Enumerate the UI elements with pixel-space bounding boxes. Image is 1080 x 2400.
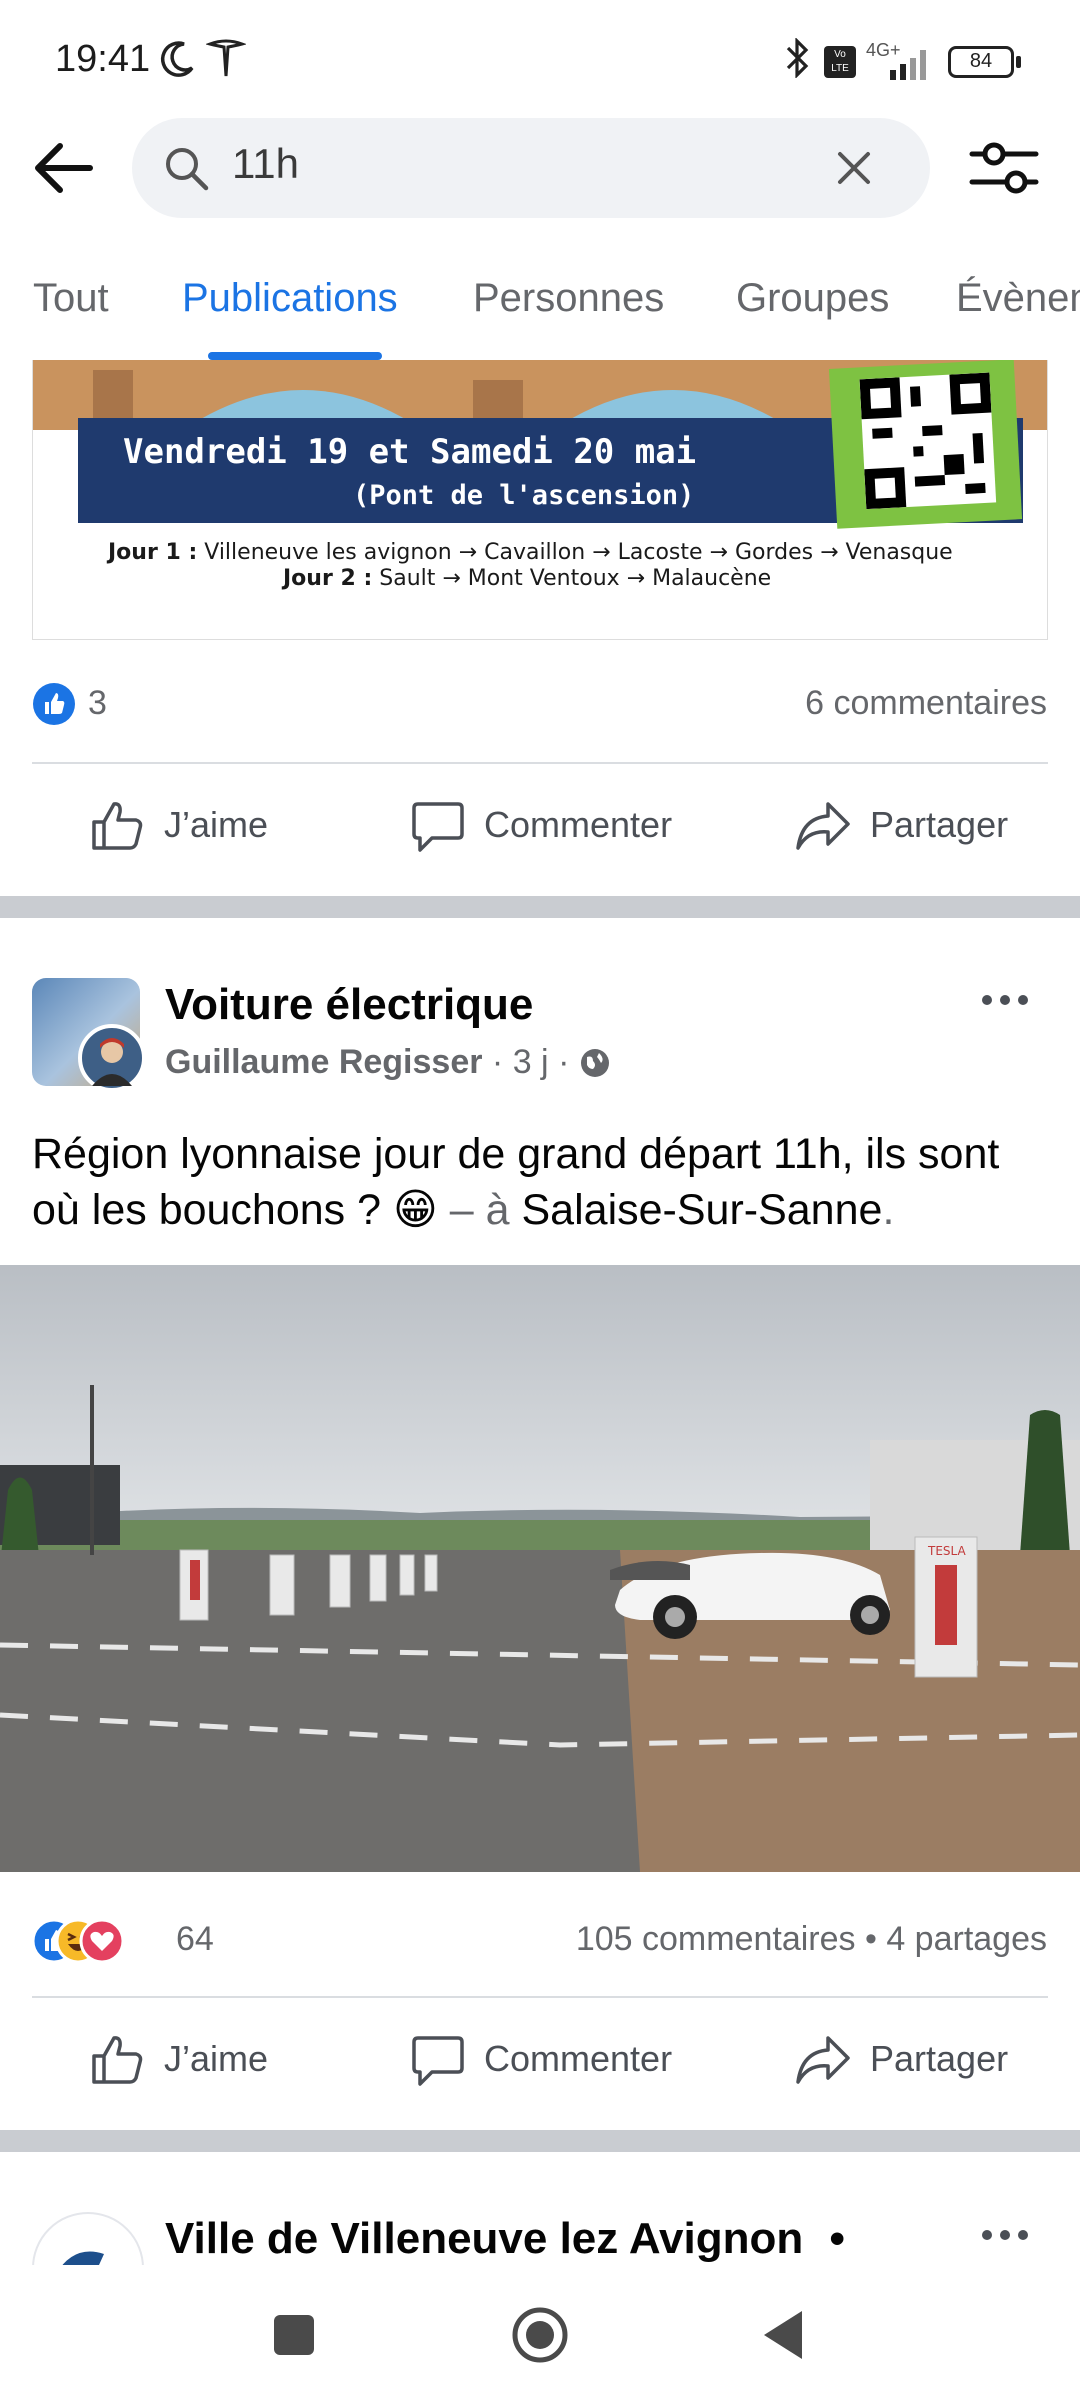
post2-comment-button[interactable]: Commenter	[410, 2032, 680, 2092]
share-icon	[796, 2036, 850, 2084]
post1-image[interactable]: Vendredi 19 et Samedi 20 mai (Pont de l'…	[32, 360, 1048, 640]
tab-tout[interactable]: Tout	[33, 276, 109, 321]
post2-actions: J’aime Commenter Partager	[0, 2004, 1080, 2114]
tesla-icon	[206, 39, 246, 77]
more-options-icon[interactable]	[980, 990, 1030, 1010]
user-avatar[interactable]	[78, 1024, 146, 1092]
battery-tip	[1016, 56, 1021, 68]
post2-time[interactable]: 3 j	[513, 1043, 549, 1081]
like-label: J’aime	[164, 2038, 269, 2079]
post2-location[interactable]: Salaise-Sur-Sanne	[522, 1186, 883, 1234]
post1-reaction-count[interactable]: 3	[88, 684, 107, 723]
feed-separator	[0, 896, 1080, 918]
tab-personnes[interactable]: Personnes	[473, 276, 664, 321]
search-tabs: Tout Publications Personnes Groupes Évèn…	[0, 250, 1080, 360]
signal-icon	[890, 50, 926, 80]
more-options-icon[interactable]	[980, 2225, 1030, 2245]
location-separator: – à	[437, 1186, 522, 1234]
grinning-emoji: 😁	[393, 1186, 438, 1234]
thumbs-up-icon	[92, 2036, 143, 2084]
post3-group-name[interactable]: Ville de Villeneuve lez Avignon •	[165, 2214, 845, 2264]
search-input[interactable]: 11h	[132, 118, 930, 218]
post1-actions: J’aime Commenter Partager	[0, 770, 1080, 880]
volte-icon: Vo LTE	[824, 46, 856, 78]
post2-like-button[interactable]: J’aime	[90, 2032, 280, 2092]
share-label: Partager	[870, 804, 1009, 845]
post2-photo[interactable]: TESLA	[0, 1265, 1080, 1872]
feed-separator	[0, 2130, 1080, 2152]
battery-icon: 84	[948, 46, 1014, 78]
like-label: J’aime	[164, 804, 269, 845]
back-nav-icon[interactable]	[760, 2309, 806, 2361]
post2-group-name[interactable]: Voiture électrique	[165, 980, 533, 1030]
search-icon	[166, 148, 209, 191]
filter-icon[interactable]	[968, 136, 1040, 200]
post2-author[interactable]: Guillaume Regisser	[165, 1043, 482, 1081]
clear-icon[interactable]	[834, 148, 874, 188]
post2-avatars[interactable]	[32, 978, 146, 1092]
moon-icon	[161, 41, 194, 77]
post1-like-button[interactable]: J’aime	[90, 798, 280, 858]
post2-meta: Guillaume Regisser · 3 j ·	[165, 1043, 611, 1082]
status-bar: 19:41 Vo LTE 4G+ 84	[0, 0, 1080, 110]
post2-counts: 64 105 commentaires • 4 partages	[0, 1898, 1080, 1978]
comment-label: Commenter	[484, 2038, 673, 2079]
post2-text: Région lyonnaise jour de grand départ 11…	[32, 1126, 1052, 1238]
search-header: 11h	[0, 110, 1080, 230]
meta-separator: ·	[491, 1043, 513, 1081]
location-end: .	[882, 1186, 895, 1234]
back-arrow-icon[interactable]	[30, 132, 102, 204]
status-time: 19:41	[55, 38, 151, 80]
system-nav-bar	[0, 2265, 1080, 2400]
day2-label: Jour 2 :	[283, 566, 373, 591]
banner-day2: Jour 2 : Sault → Mont Ventoux → Malaucèn…	[283, 566, 771, 591]
share-label: Partager	[870, 2038, 1009, 2079]
meta-separator: ·	[558, 1043, 579, 1081]
user-avatar-silhouette	[92, 1038, 132, 1086]
post1-counts: 3 6 commentaires	[0, 662, 1080, 742]
qr-pattern	[859, 372, 992, 510]
post2-divider	[32, 1996, 1048, 1998]
share-icon	[796, 802, 850, 850]
day2-route: Sault → Mont Ventoux → Malaucène	[379, 566, 772, 591]
banner-subtitle: (Pont de l'ascension)	[353, 480, 695, 511]
thumbs-up-icon	[92, 802, 143, 850]
comment-label: Commenter	[484, 804, 673, 845]
globe-icon	[580, 1049, 609, 1077]
tab-evenements[interactable]: Évènements	[956, 276, 1080, 321]
post2-share-button[interactable]: Partager	[794, 2032, 1014, 2092]
post1-divider	[32, 762, 1048, 764]
post1-share-button[interactable]: Partager	[794, 798, 1014, 858]
reactions-icons[interactable]	[32, 1918, 124, 1964]
banner-date: Vendredi 19 et Samedi 20 mai	[123, 432, 697, 472]
post1-comment-count[interactable]: 6 commentaires	[805, 684, 1047, 723]
comment-icon	[412, 802, 464, 852]
home-icon[interactable]	[510, 2305, 570, 2365]
tab-groupes[interactable]: Groupes	[736, 276, 889, 321]
battery-level: 84	[969, 50, 993, 72]
qr-code	[828, 360, 1023, 529]
day1-label: Jour 1 :	[108, 540, 198, 565]
tab-publications[interactable]: Publications	[182, 276, 398, 321]
volte-label: Vo LTE	[831, 49, 849, 74]
active-tab-indicator	[208, 352, 382, 360]
comment-icon	[412, 2036, 464, 2086]
post3-group-label: Ville de Villeneuve lez Avignon	[165, 2214, 804, 2263]
post3-bullet: •	[829, 2214, 845, 2263]
post1-comment-button[interactable]: Commenter	[410, 798, 680, 858]
like-reaction-icon	[33, 683, 75, 725]
recent-apps-icon[interactable]	[272, 2313, 316, 2357]
post2-comments-shares[interactable]: 105 commentaires • 4 partages	[576, 1920, 1047, 1959]
post2-reaction-count[interactable]: 64	[176, 1920, 214, 1959]
day1-route: Villeneuve les avignon → Cavaillon → Lac…	[204, 540, 953, 565]
banner-day1: Jour 1 : Villeneuve les avignon → Cavail…	[108, 540, 953, 565]
photo-sign: TESLA	[927, 1544, 966, 1558]
search-query: 11h	[232, 140, 299, 187]
bluetooth-icon	[786, 38, 809, 78]
